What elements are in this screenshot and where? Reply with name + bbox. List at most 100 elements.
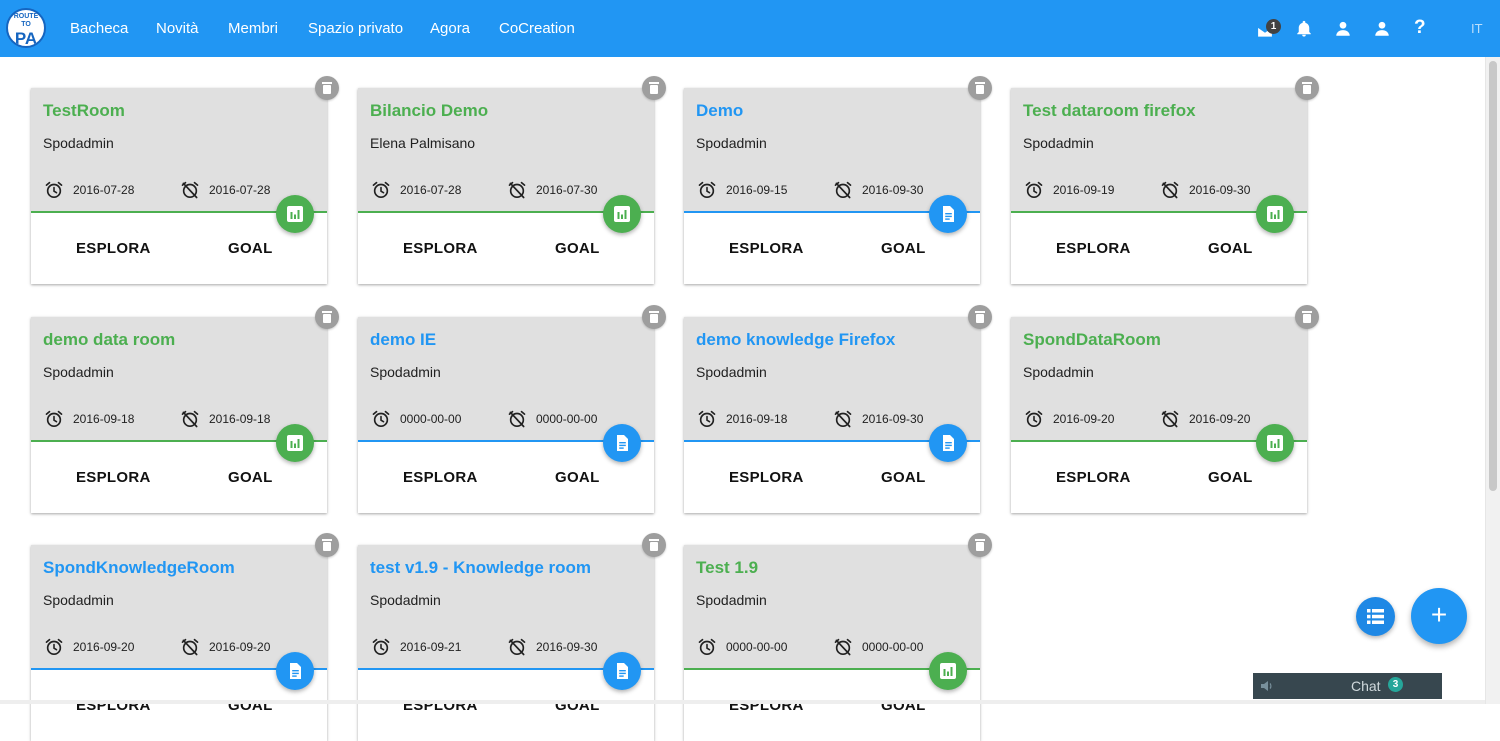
goal-button[interactable]: GOAL — [1208, 469, 1253, 486]
room-title[interactable]: demo data room — [43, 330, 175, 350]
room-title[interactable]: Bilancio Demo — [370, 101, 488, 121]
alarm-off-icon — [834, 638, 852, 656]
delete-room-button[interactable] — [642, 533, 666, 557]
person-icon[interactable] — [1373, 20, 1391, 38]
room-title[interactable]: test v1.9 - Knowledge room — [370, 558, 591, 578]
room-type-button[interactable] — [603, 652, 641, 690]
room-type-button[interactable] — [1256, 195, 1294, 233]
goal-button[interactable]: GOAL — [555, 469, 600, 486]
scrollbar-thumb[interactable] — [1489, 61, 1497, 491]
bar-chart-icon — [1267, 206, 1283, 222]
goal-button[interactable]: GOAL — [1208, 240, 1253, 257]
trash-icon — [975, 311, 985, 323]
trash-icon — [322, 539, 332, 551]
goal-button[interactable]: GOAL — [881, 469, 926, 486]
start-date-text: 2016-09-15 — [726, 183, 788, 197]
delete-room-button[interactable] — [315, 533, 339, 557]
delete-room-button[interactable] — [1295, 76, 1319, 100]
bar-chart-icon — [287, 206, 303, 222]
room-card: TestRoom Spodadmin 2016-07-28 2016-07-28 — [31, 76, 339, 284]
start-date-text: 2016-09-20 — [1053, 412, 1115, 426]
room-title[interactable]: TestRoom — [43, 101, 125, 121]
page-bottom-edge — [0, 700, 1485, 704]
alarm-off-icon — [1161, 181, 1179, 199]
delete-room-button[interactable] — [968, 533, 992, 557]
room-title[interactable]: Test 1.9 — [696, 558, 758, 578]
explore-button[interactable]: ESPLORA — [729, 469, 804, 486]
end-date-text: 2016-09-30 — [862, 183, 924, 197]
goal-button[interactable]: GOAL — [881, 240, 926, 257]
start-date-text: 2016-07-28 — [400, 183, 462, 197]
room-type-button[interactable] — [603, 195, 641, 233]
alarm-off-icon — [834, 410, 852, 428]
room-card: demo IE Spodadmin 0000-00-00 0000-00-00 — [358, 305, 666, 513]
explore-button[interactable]: ESPLORA — [403, 469, 478, 486]
room-title[interactable]: demo IE — [370, 330, 436, 350]
explore-button[interactable]: ESPLORA — [1056, 240, 1131, 257]
room-owner: Spodadmin — [43, 135, 114, 151]
start-date-text: 2016-09-19 — [1053, 183, 1115, 197]
explore-button[interactable]: ESPLORA — [403, 240, 478, 257]
nav-agora[interactable]: Agora — [430, 0, 470, 57]
room-owner: Spodadmin — [43, 364, 114, 380]
room-type-button[interactable] — [1256, 424, 1294, 462]
room-title[interactable]: SpondKnowledgeRoom — [43, 558, 235, 578]
room-title[interactable]: Demo — [696, 101, 743, 121]
list-view-button[interactable] — [1356, 597, 1395, 636]
explore-button[interactable]: ESPLORA — [76, 240, 151, 257]
goal-button[interactable]: GOAL — [228, 240, 273, 257]
speaker-icon[interactable] — [1260, 679, 1274, 693]
scrollbar[interactable] — [1485, 57, 1500, 704]
help-icon[interactable]: ? — [1414, 17, 1426, 39]
room-type-button[interactable] — [276, 424, 314, 462]
logo-main-text: PA — [14, 29, 38, 48]
card-header: SpondDataRoom Spodadmin 2016-09-20 2016-… — [1011, 317, 1307, 442]
room-type-button[interactable] — [929, 195, 967, 233]
room-type-button[interactable] — [929, 652, 967, 690]
goal-button[interactable]: GOAL — [228, 469, 273, 486]
delete-room-button[interactable] — [968, 305, 992, 329]
delete-room-button[interactable] — [642, 305, 666, 329]
room-type-button[interactable] — [276, 195, 314, 233]
alarm-icon — [45, 410, 63, 427]
alarm-icon — [698, 181, 716, 198]
explore-button[interactable]: ESPLORA — [76, 469, 151, 486]
room-title[interactable]: Test dataroom firefox — [1023, 101, 1196, 121]
goal-button[interactable]: GOAL — [555, 240, 600, 257]
card-header: test v1.9 - Knowledge room Spodadmin 201… — [358, 545, 654, 670]
room-card: Test dataroom firefox Spodadmin 2016-09-… — [1011, 76, 1319, 284]
route-to-pa-logo[interactable]: ROUTE TO PA — [6, 8, 46, 48]
chat-badge: 3 — [1388, 677, 1403, 692]
nav-bacheca[interactable]: Bacheca — [70, 0, 128, 57]
room-type-button[interactable] — [929, 424, 967, 462]
room-type-button[interactable] — [603, 424, 641, 462]
delete-room-button[interactable] — [315, 305, 339, 329]
trash-icon — [975, 539, 985, 551]
alarm-off-icon — [181, 638, 199, 656]
bell-icon[interactable] — [1295, 20, 1313, 38]
nav-novita[interactable]: Novità — [156, 0, 199, 57]
start-date-text: 2016-09-18 — [726, 412, 788, 426]
chat-bar[interactable]: Chat 3 — [1253, 673, 1442, 699]
logo-top-text: ROUTE TO — [13, 13, 39, 28]
language-selector[interactable]: IT — [1471, 21, 1483, 36]
delete-room-button[interactable] — [1295, 305, 1319, 329]
nav-spazio-privato[interactable]: Spazio privato — [308, 0, 403, 57]
delete-room-button[interactable] — [968, 76, 992, 100]
add-room-button[interactable]: + — [1411, 588, 1467, 644]
alarm-off-icon — [508, 410, 526, 428]
explore-button[interactable]: ESPLORA — [729, 240, 804, 257]
room-type-button[interactable] — [276, 652, 314, 690]
delete-room-button[interactable] — [642, 76, 666, 100]
room-title[interactable]: demo knowledge Firefox — [696, 330, 895, 350]
explore-button[interactable]: ESPLORA — [1056, 469, 1131, 486]
alarm-off-icon — [1161, 410, 1179, 428]
room-owner: Spodadmin — [43, 592, 114, 608]
room-title[interactable]: SpondDataRoom — [1023, 330, 1161, 350]
nav-cocreation[interactable]: CoCreation — [499, 0, 575, 57]
nav-membri[interactable]: Membri — [228, 0, 278, 57]
person-icon[interactable] — [1334, 20, 1352, 38]
start-date-text: 0000-00-00 — [400, 412, 462, 426]
room-owner: Spodadmin — [1023, 364, 1094, 380]
delete-room-button[interactable] — [315, 76, 339, 100]
